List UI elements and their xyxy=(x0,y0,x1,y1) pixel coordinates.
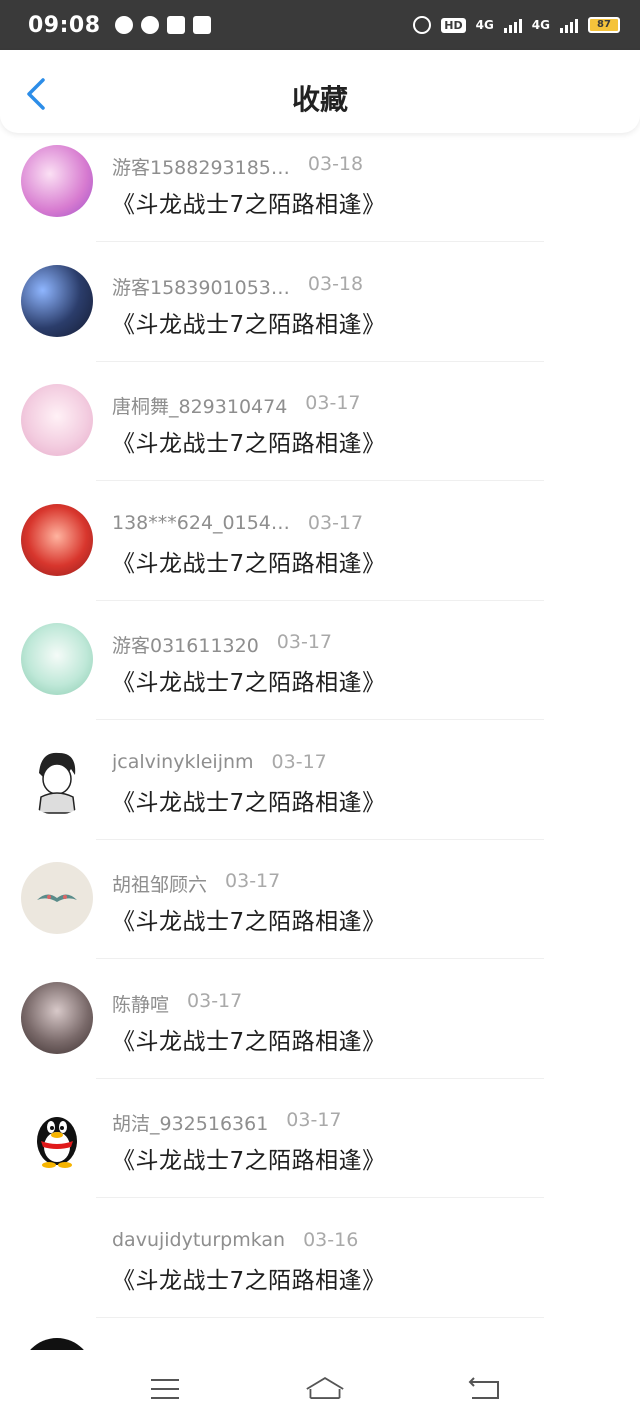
penguin-icon xyxy=(37,1117,77,1168)
mustache-icon xyxy=(37,894,77,902)
divider xyxy=(96,838,544,840)
list-item[interactable]: 胡祖邹顾六 03-17 《斗龙战士7之陌路相逢》 xyxy=(0,850,640,970)
avatar[interactable] xyxy=(21,862,93,934)
status-bar: 09:08 HD 4G 4G 87 xyxy=(0,0,640,50)
username: 游客1583901053… xyxy=(112,276,290,299)
username: 胡洁_932516361 xyxy=(112,1113,269,1135)
username: 胡祖邹顾六 xyxy=(112,874,208,896)
signal-icon-2 xyxy=(560,17,578,33)
list-item[interactable]: davujidyturpmkan 03-16 《斗龙战士7之陌路相逢》 xyxy=(0,1209,640,1329)
date: 03-17 xyxy=(307,511,364,534)
avatar[interactable] xyxy=(21,742,93,815)
date: 03-17 xyxy=(305,392,361,414)
username: 唐桐舞_829310474 xyxy=(112,396,288,418)
map-app-icon xyxy=(192,16,211,34)
status-time: 09:08 xyxy=(28,12,101,38)
date: 03-18 xyxy=(307,272,364,295)
list-item[interactable]: 陈静喧 03-17 《斗龙战士7之陌路相逢》 xyxy=(0,970,640,1090)
date: 03-17 xyxy=(271,750,327,773)
date: 03-16 xyxy=(303,1228,359,1251)
back-nav-button[interactable] xyxy=(465,1369,505,1409)
username: 138***624_0154… xyxy=(112,511,290,534)
list-item[interactable]: 唐桐舞_829310474 03-17 《斗龙战士7之陌路相逢》 xyxy=(0,372,640,492)
list-item[interactable] xyxy=(0,1328,640,1350)
divider xyxy=(96,241,544,242)
book-title: 《斗龙战士7之陌路相逢》 xyxy=(112,192,386,218)
avatar[interactable] xyxy=(21,981,93,1054)
hd-badge: HD xyxy=(441,17,466,33)
divider xyxy=(96,1316,544,1318)
username: davujidyturpmkan xyxy=(112,1228,286,1251)
username: 游客1588293185… xyxy=(112,157,290,179)
menu-button[interactable] xyxy=(145,1369,185,1409)
date: 03-17 xyxy=(187,989,243,1012)
boy-avatar-icon xyxy=(38,752,76,814)
avatar[interactable] xyxy=(21,623,93,695)
avatar[interactable] xyxy=(21,264,93,337)
divider xyxy=(96,480,544,481)
username: 陈静喧 xyxy=(112,993,170,1016)
avatar[interactable] xyxy=(21,1338,93,1350)
list-item[interactable]: 游客1583901053… 03-18 《斗龙战士7之陌路相逢》 xyxy=(0,253,640,373)
battery-icon: 87 xyxy=(588,17,620,33)
book-title: 《斗龙战士7之陌路相逢》 xyxy=(112,1267,386,1294)
menu-icon xyxy=(151,1378,179,1399)
avatar[interactable] xyxy=(21,384,93,456)
username: jcalvinykleijnm xyxy=(112,750,254,773)
date: 03-17 xyxy=(286,1109,342,1131)
list-item[interactable]: 游客1588293185… 03-18 《斗龙战士7之陌路相逢》 xyxy=(0,133,640,253)
date: 03-17 xyxy=(225,870,281,892)
date: 03-18 xyxy=(307,153,364,175)
return-icon xyxy=(468,1376,499,1399)
list-item[interactable]: 游客031611320 03-17 《斗龙战士7之陌路相逢》 xyxy=(0,611,640,731)
home-icon xyxy=(306,1376,344,1399)
divider xyxy=(96,719,544,720)
list-item[interactable]: 138***624_0154… 03-17 《斗龙战士7之陌路相逢》 xyxy=(0,492,640,612)
list-item[interactable]: 胡洁_932516361 03-17 《斗龙战士7之陌路相逢》 xyxy=(0,1089,640,1209)
avatar[interactable] xyxy=(21,1220,93,1293)
book-title: 《斗龙战士7之陌路相逢》 xyxy=(112,550,386,577)
divider xyxy=(96,1197,544,1198)
username: 游客031611320 xyxy=(112,635,259,657)
divider xyxy=(96,599,544,601)
book-title: 《斗龙战士7之陌路相逢》 xyxy=(112,789,386,816)
favorites-list: 游客1588293185… 03-18 《斗龙战士7之陌路相逢》 游客158390… xyxy=(0,133,640,1350)
divider xyxy=(96,360,544,362)
header: 收藏 xyxy=(0,50,640,133)
avatar[interactable] xyxy=(21,145,93,217)
music-app-icon xyxy=(114,16,133,34)
page-title: 收藏 xyxy=(291,83,348,116)
net-label-1: 4G xyxy=(475,18,494,32)
divider xyxy=(96,958,544,959)
signal-icon xyxy=(503,17,522,33)
alarm-icon xyxy=(413,16,432,34)
book-title: 《斗龙战士7之陌路相逢》 xyxy=(112,909,386,935)
avatar[interactable] xyxy=(21,503,93,576)
book-title: 《斗龙战士7之陌路相逢》 xyxy=(112,431,386,457)
divider xyxy=(96,1077,544,1079)
home-button[interactable] xyxy=(305,1369,345,1409)
system-nav-bar xyxy=(0,1350,640,1427)
book-title: 《斗龙战士7之陌路相逢》 xyxy=(112,670,386,696)
net-label-2: 4G xyxy=(531,18,550,32)
avatar[interactable] xyxy=(21,1101,93,1173)
date: 03-17 xyxy=(276,631,333,653)
book-title: 《斗龙战士7之陌路相逢》 xyxy=(112,1028,386,1055)
notification-icons xyxy=(114,16,211,34)
book-title: 《斗龙战士7之陌路相逢》 xyxy=(112,1148,386,1174)
list-item[interactable]: jcalvinykleijnm 03-17 《斗龙战士7之陌路相逢》 xyxy=(0,731,640,851)
store-app-icon xyxy=(166,16,185,34)
status-right: HD 4G 4G 87 xyxy=(413,16,620,34)
book-title: 《斗龙战士7之陌路相逢》 xyxy=(112,311,386,338)
chat-app-icon xyxy=(140,16,159,34)
